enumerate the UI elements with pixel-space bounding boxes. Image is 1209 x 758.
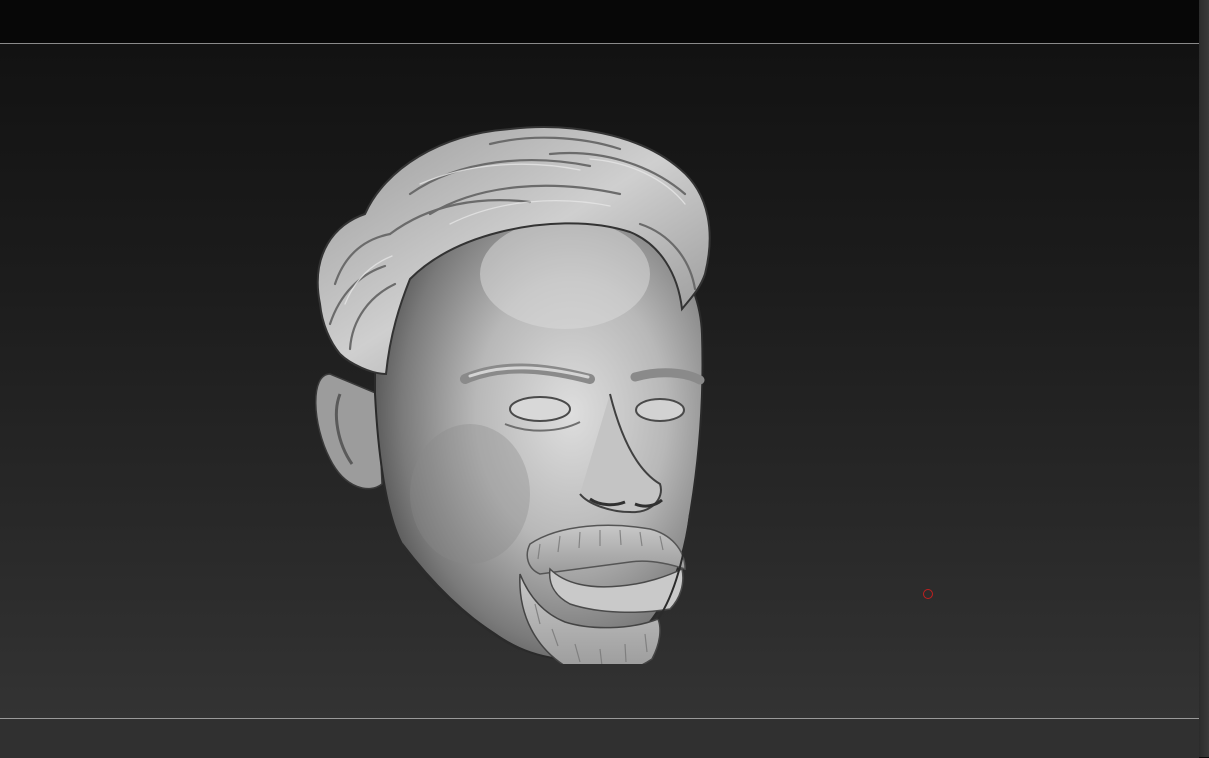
bottom-shelf bbox=[0, 718, 1199, 758]
right-tray-edge[interactable] bbox=[1199, 0, 1209, 757]
top-toolbar bbox=[0, 0, 1199, 44]
brush-cursor-ring-icon bbox=[923, 589, 933, 599]
3d-viewport-canvas[interactable] bbox=[0, 44, 1199, 718]
sculpted-head-model-icon[interactable] bbox=[290, 74, 730, 664]
